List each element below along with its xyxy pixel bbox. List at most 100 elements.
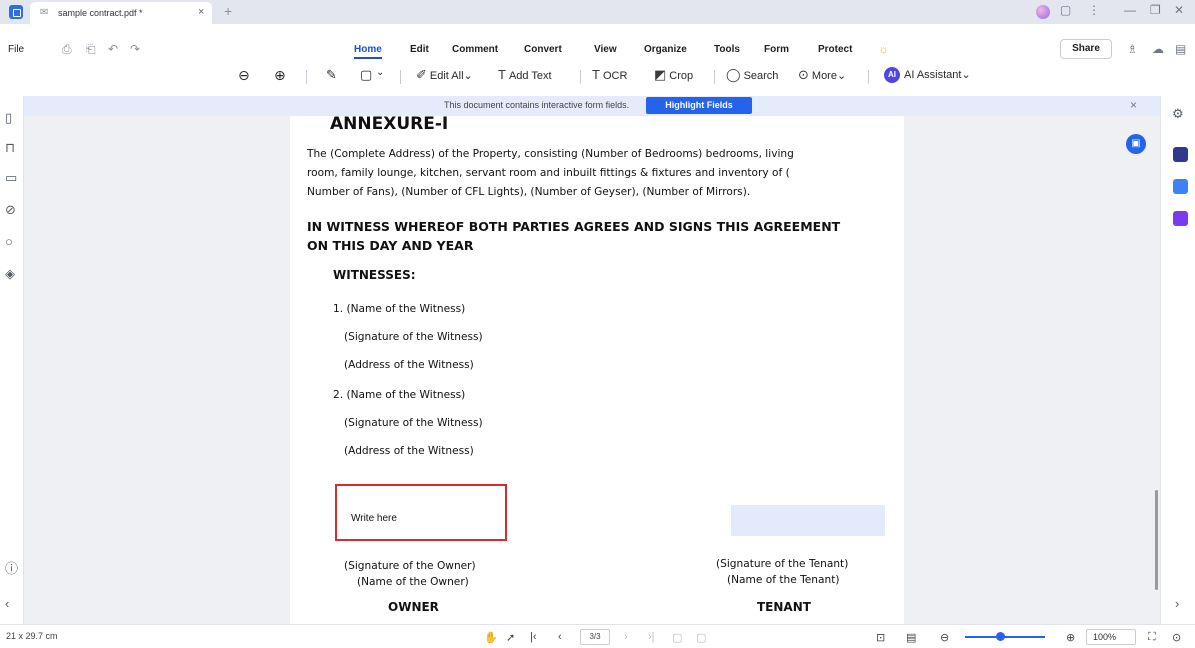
tenant-name-label: (Name of the Tenant)	[727, 574, 840, 586]
notice-text: This document contains interactive form …	[444, 100, 630, 110]
owner-label: OWNER	[388, 600, 439, 614]
thumbnail-icon[interactable]: ▯	[5, 110, 12, 126]
last-page-icon[interactable]: ›|	[648, 631, 655, 643]
first-page-icon[interactable]: |‹	[530, 631, 537, 643]
tab-home[interactable]: Home	[354, 44, 382, 59]
undo-icon[interactable]: ↶	[108, 42, 118, 56]
shape-icon[interactable]: ▢	[360, 67, 372, 83]
tab-convert[interactable]: Convert	[524, 44, 562, 55]
two-page-icon[interactable]: ▢	[696, 631, 706, 644]
edit-all-label: Edit All	[429, 70, 464, 82]
single-page-icon[interactable]: ▢	[672, 631, 682, 644]
text-box-icon: T	[498, 67, 506, 82]
translate-icon[interactable]	[1173, 179, 1188, 194]
highlight-fields-button[interactable]: Highlight Fields	[646, 97, 752, 114]
ai-float-icon[interactable]: ▣	[1126, 134, 1146, 154]
edit-all-button[interactable]: ✐ Edit All⌄	[416, 67, 473, 83]
page-size: 21 x 29.7 cm	[6, 631, 58, 641]
zoom-out-icon[interactable]: ⊖	[940, 631, 949, 644]
tab-organize[interactable]: Organize	[644, 44, 687, 55]
tab-edit[interactable]: Edit	[410, 44, 429, 55]
prev-page-icon[interactable]: ‹	[558, 631, 562, 643]
collapse-right-icon[interactable]: ›	[1175, 596, 1179, 611]
vertical-scrollbar[interactable]	[1155, 490, 1158, 590]
edit-icon: ✐	[416, 67, 427, 82]
document-tab[interactable]: ✉ sample contract.pdf * ×	[30, 2, 212, 24]
ai-assistant-label: AI Assistant	[904, 68, 962, 81]
crop-label: Crop	[669, 70, 694, 82]
tab-protect[interactable]: Protect	[818, 44, 852, 55]
more-button[interactable]: ⊙ More⌄	[798, 67, 846, 83]
minimize-icon[interactable]: —	[1124, 3, 1136, 17]
divider	[306, 70, 307, 84]
witness-1-address: (Address of the Witness)	[344, 359, 474, 371]
shape-dropdown-icon[interactable]: ⌄	[376, 67, 384, 78]
hand-tool-icon[interactable]: ✋	[484, 631, 498, 644]
tenant-signature-label: (Signature of the Tenant)	[716, 558, 849, 570]
zoom-slider-handle[interactable]	[996, 632, 1005, 641]
fullscreen-icon[interactable]: ⛶	[1148, 631, 1156, 644]
settings-icon[interactable]: ⊙	[1172, 631, 1181, 644]
zoom-level-select[interactable]: 100%	[1086, 629, 1136, 645]
attachment-icon[interactable]: ⊘	[5, 202, 16, 218]
page-view-icon[interactable]: ▤	[906, 631, 916, 644]
tab-form[interactable]: Form	[764, 44, 789, 55]
panel-toggle-icon[interactable]: ▤	[1175, 42, 1186, 56]
ocr-label: OCR	[602, 70, 628, 82]
new-tab-icon[interactable]: +	[224, 3, 232, 19]
fit-width-icon[interactable]: ⊡	[876, 631, 885, 644]
close-window-icon[interactable]: ✕	[1174, 3, 1184, 17]
witnesses-label: WITNESSES:	[333, 268, 416, 282]
witness-1-name: 1. (Name of the Witness)	[333, 303, 466, 315]
chatbot-icon[interactable]	[1173, 147, 1188, 162]
tab-tools[interactable]: Tools	[714, 44, 740, 55]
zoom-in-icon[interactable]: ⊕	[1066, 631, 1075, 644]
save-icon[interactable]: ⎙	[62, 42, 72, 57]
bookmark-icon[interactable]: ⊓	[5, 140, 15, 156]
properties-icon[interactable]: ⚙	[1172, 106, 1184, 122]
cloud-icon[interactable]: ☁	[1152, 42, 1164, 56]
collaborate-icon[interactable]: ♗	[1127, 42, 1138, 56]
page-number-input[interactable]: 3/3	[580, 629, 610, 645]
more-icon[interactable]: ⋮	[1088, 3, 1100, 17]
ai-assistant-button[interactable]: AI AI Assistant⌄	[884, 67, 971, 83]
owner-text-field[interactable]: Write here	[335, 484, 507, 541]
ai-icon: AI	[884, 67, 900, 83]
comment-icon[interactable]: ▭	[5, 170, 17, 186]
menu-file[interactable]: File	[8, 44, 24, 55]
add-text-button[interactable]: T Add Text	[498, 67, 552, 82]
divider	[580, 70, 581, 84]
redo-icon[interactable]: ↷	[130, 42, 140, 56]
search-panel-icon[interactable]: ○	[5, 234, 13, 249]
highlighter-icon[interactable]: ✎	[326, 67, 337, 83]
search-button[interactable]: ◯ Search	[726, 67, 778, 83]
collapse-left-icon[interactable]: ‹	[5, 596, 9, 611]
share-button[interactable]: Share	[1060, 39, 1112, 59]
summary-icon[interactable]	[1173, 211, 1188, 226]
zoom-in-icon[interactable]: ⊕	[274, 67, 286, 84]
notice-close-icon[interactable]: ×	[1130, 98, 1137, 112]
crop-button[interactable]: ◩ Crop	[654, 67, 693, 83]
restore-icon[interactable]: ❐	[1150, 3, 1161, 17]
tenant-text-field[interactable]	[731, 505, 885, 536]
document-icon: ✉	[40, 7, 49, 18]
zoom-slider-track[interactable]	[965, 636, 1045, 638]
divider	[714, 70, 715, 84]
layers-icon[interactable]: ◈	[5, 266, 15, 282]
avatar[interactable]	[1036, 5, 1050, 19]
print-icon[interactable]: ⎗	[86, 42, 96, 57]
tab-comment[interactable]: Comment	[452, 44, 498, 55]
crop-icon: ◩	[654, 67, 667, 82]
tab-view[interactable]: View	[594, 44, 617, 55]
lightbulb-icon[interactable]: ☼	[878, 42, 889, 56]
help-icon[interactable]: ⓘ	[5, 558, 18, 577]
tab-close-icon[interactable]: ×	[198, 6, 204, 18]
select-tool-icon[interactable]: ➚	[506, 631, 515, 644]
left-sidebar: ▯ ⊓ ▭ ⊘ ○ ◈ ⓘ ‹	[0, 96, 24, 624]
witness-heading-line: ON THIS DAY AND YEAR	[307, 238, 474, 253]
zoom-out-icon[interactable]: ⊖	[238, 67, 250, 84]
ocr-button[interactable]: T OCR	[592, 67, 627, 82]
witness-1-signature: (Signature of the Witness)	[344, 331, 483, 343]
panel-icon[interactable]: ▢	[1060, 3, 1071, 17]
next-page-icon[interactable]: ›	[624, 631, 628, 643]
